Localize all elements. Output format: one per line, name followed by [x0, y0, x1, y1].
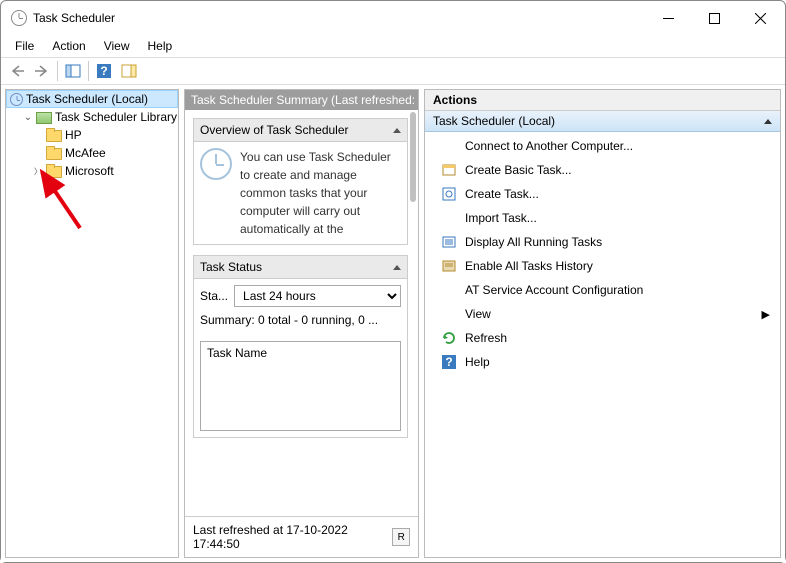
summary-pane: Task Scheduler Summary (Last refreshed: …: [184, 89, 419, 558]
svg-text:?: ?: [100, 64, 107, 78]
show-hide-action-button[interactable]: [117, 60, 141, 82]
chevron-right-icon[interactable]: 〉: [32, 165, 44, 177]
action-item[interactable]: View ▶: [425, 302, 780, 326]
status-label: Sta...: [200, 289, 228, 303]
action-item[interactable]: Create Basic Task...: [425, 158, 780, 182]
status-select[interactable]: Last 24 hours: [234, 285, 401, 307]
back-button[interactable]: [5, 60, 29, 82]
library-icon: [36, 109, 52, 125]
svg-text:?: ?: [445, 355, 452, 369]
actions-pane: Actions Task Scheduler (Local) Connect t…: [424, 89, 781, 558]
folder-icon: [46, 145, 62, 161]
collapse-icon[interactable]: [393, 128, 401, 133]
action-label: View: [465, 307, 491, 321]
collapse-icon[interactable]: [393, 265, 401, 270]
action-item[interactable]: Enable All Tasks History: [425, 254, 780, 278]
last-refreshed: Last refreshed at 17-10-2022 17:44:50: [193, 523, 392, 551]
blank-icon: [441, 210, 457, 226]
collapse-icon[interactable]: [764, 119, 772, 124]
forward-button[interactable]: [30, 60, 54, 82]
tree-item-label: HP: [64, 128, 83, 142]
action-label: Create Basic Task...: [465, 163, 572, 177]
action-label: AT Service Account Configuration: [465, 283, 643, 297]
action-label: Create Task...: [465, 187, 539, 201]
status-group: Task Status Sta... Last 24 hours Summary…: [193, 255, 408, 438]
taskname-header: Task Name: [207, 346, 267, 360]
overview-text: You can use Task Scheduler to create and…: [240, 148, 401, 238]
toolbar: ?: [1, 57, 785, 85]
maximize-button[interactable]: [691, 3, 737, 33]
action-label: Refresh: [465, 331, 507, 345]
close-button[interactable]: [737, 3, 783, 33]
tree-root[interactable]: Task Scheduler (Local): [6, 90, 178, 108]
app-icon: [11, 10, 27, 26]
action-item[interactable]: Display All Running Tasks: [425, 230, 780, 254]
help-button[interactable]: ?: [92, 60, 116, 82]
action-list: Connect to Another Computer... Create Bas…: [425, 132, 780, 376]
action-item[interactable]: Refresh: [425, 326, 780, 350]
action-item[interactable]: Connect to Another Computer...: [425, 134, 780, 158]
folder-icon: [46, 127, 62, 143]
action-label: Enable All Tasks History: [465, 259, 593, 273]
summary-footer: Last refreshed at 17-10-2022 17:44:50 R: [185, 516, 418, 557]
navigation-pane[interactable]: Task Scheduler (Local) ⌄ Task Scheduler …: [5, 89, 179, 558]
blank-icon: [441, 282, 457, 298]
tree-item-label: McAfee: [64, 146, 107, 160]
action-item[interactable]: Import Task...: [425, 206, 780, 230]
tree-item-hp[interactable]: HP: [6, 126, 178, 144]
menu-action[interactable]: Action: [44, 37, 93, 55]
overview-title: Overview of Task Scheduler: [200, 123, 349, 137]
chevron-down-icon[interactable]: ⌄: [22, 111, 34, 123]
history-icon: [441, 258, 457, 274]
status-title: Task Status: [200, 260, 262, 274]
folder-icon: [46, 163, 62, 179]
tree-item-mcafee[interactable]: McAfee: [6, 144, 178, 162]
tree-item-microsoft[interactable]: 〉 Microsoft: [6, 162, 178, 180]
overview-group: Overview of Task Scheduler You can use T…: [193, 118, 408, 245]
overview-header[interactable]: Overview of Task Scheduler: [194, 119, 407, 142]
menu-file[interactable]: File: [7, 37, 42, 55]
refresh-icon: [441, 330, 457, 346]
window-title: Task Scheduler: [33, 11, 645, 25]
menu-view[interactable]: View: [96, 37, 138, 55]
tree-library[interactable]: ⌄ Task Scheduler Library: [6, 108, 178, 126]
action-item[interactable]: AT Service Account Configuration: [425, 278, 780, 302]
refresh-button[interactable]: R: [392, 528, 410, 546]
blank-icon: [441, 306, 457, 322]
summary-body[interactable]: Overview of Task Scheduler You can use T…: [185, 110, 418, 516]
workspace: Task Scheduler (Local) ⌄ Task Scheduler …: [1, 85, 785, 562]
summary-line: Summary: 0 total - 0 running, 0 ...: [194, 313, 407, 335]
titlebar: Task Scheduler: [1, 1, 785, 35]
menu-help[interactable]: Help: [140, 37, 181, 55]
action-label: Display All Running Tasks: [465, 235, 602, 249]
tree-item-label: Microsoft: [64, 164, 115, 178]
summary-header: Task Scheduler Summary (Last refreshed: …: [185, 90, 418, 110]
task-name-list[interactable]: Task Name: [200, 341, 401, 431]
actions-subtitle[interactable]: Task Scheduler (Local): [425, 111, 780, 132]
running-icon: [441, 234, 457, 250]
clock-icon: [10, 93, 23, 106]
submenu-arrow-icon: ▶: [762, 308, 770, 321]
action-label: Import Task...: [465, 211, 537, 225]
status-header[interactable]: Task Status: [194, 256, 407, 279]
action-label: Connect to Another Computer...: [465, 139, 633, 153]
blank-icon: [441, 138, 457, 154]
tree-root-label: Task Scheduler (Local): [25, 92, 149, 106]
clock-icon: [200, 148, 232, 180]
minimize-button[interactable]: [645, 3, 691, 33]
action-item[interactable]: ? Help: [425, 350, 780, 374]
tree-library-label: Task Scheduler Library: [54, 110, 178, 124]
task-icon: [441, 186, 457, 202]
basic-icon: [441, 162, 457, 178]
action-label: Help: [465, 355, 490, 369]
actions-subtitle-label: Task Scheduler (Local): [433, 114, 555, 128]
menubar: File Action View Help: [1, 35, 785, 57]
actions-title: Actions: [425, 90, 780, 111]
show-hide-tree-button[interactable]: [61, 60, 85, 82]
help-icon: ?: [441, 354, 457, 370]
action-item[interactable]: Create Task...: [425, 182, 780, 206]
